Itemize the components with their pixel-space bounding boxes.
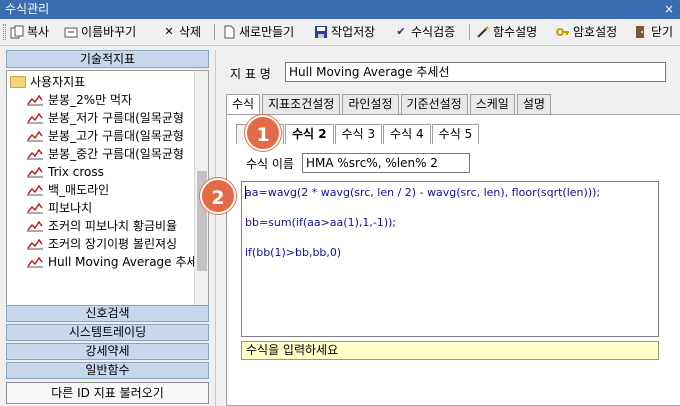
save-icon — [314, 25, 328, 39]
close-icon[interactable]: × — [664, 0, 674, 19]
line-chart-icon — [27, 256, 43, 268]
indicator-panel: 기술적지표 사용자지표 분봉_2%만 먹자분봉_저가 구름대(일목균형분봉_고가… — [6, 50, 209, 406]
tab-line-settings[interactable]: 라인설정 — [342, 94, 399, 114]
line-chart-icon — [27, 184, 43, 196]
technical-indicators-header[interactable]: 기술적지표 — [6, 50, 209, 68]
tree-item[interactable]: 분봉_중간 구름대(일목균형 — [27, 145, 184, 163]
subtab-formula-2[interactable]: 수식 2 — [285, 124, 334, 144]
tab-description[interactable]: 설명 — [516, 94, 551, 114]
rename-icon — [64, 25, 78, 39]
verify-button[interactable]: ✔ 수식검증 — [394, 23, 455, 41]
category-system-trading[interactable]: 시스템트레이딩 — [6, 324, 209, 341]
indicator-name-label: 지 표 명 — [230, 67, 271, 81]
formula-editor-panel: 지 표 명 Hull Moving Average 추세선 수식 지표조건설정 … — [215, 50, 680, 406]
tree-item[interactable]: 조커의 장기이평 볼린져싱 — [27, 235, 177, 253]
verify-label: 수식검증 — [411, 25, 456, 39]
tree-item-label: Trix cross — [48, 165, 104, 179]
tree-item-label: 조커의 피보나치 황금비율 — [48, 219, 178, 233]
subtab-formula-3[interactable]: 수식 3 — [334, 124, 383, 144]
load-other-id-button[interactable]: 다른 ID 지표 불러오기 — [6, 382, 209, 404]
magic-wand-icon — [476, 25, 490, 39]
tree-item-label: Hull Moving Average 추세 — [48, 255, 198, 269]
check-icon: ✔ — [396, 25, 406, 38]
tree-folder-label: 사용자지표 — [30, 75, 86, 89]
save-label: 작업저장 — [331, 25, 376, 39]
delete-icon: ✕ — [164, 25, 174, 38]
key-icon — [556, 25, 570, 39]
tab-scale[interactable]: 스케일 — [469, 94, 515, 114]
new-document-icon — [222, 25, 236, 39]
tab-indicator-conditions[interactable]: 지표조건설정 — [262, 94, 341, 114]
folder-icon — [10, 76, 26, 88]
toolbar-separator — [469, 24, 470, 40]
line-chart-icon — [27, 112, 43, 124]
tree-item[interactable]: Trix cross — [27, 163, 104, 181]
delete-button[interactable]: ✕ 삭제 — [162, 23, 201, 41]
indicator-tree: 사용자지표 분봉_2%만 먹자분봉_저가 구름대(일목균형분봉_고가 구름대(일… — [6, 70, 209, 321]
copy-label: 복사 — [27, 25, 50, 39]
copy-button[interactable]: 복사 — [10, 23, 49, 41]
toolbar-grip[interactable] — [3, 24, 6, 40]
tree-item[interactable]: 피보나치 — [27, 199, 92, 217]
tree-item-label: 조커의 장기이평 볼린져싱 — [48, 237, 178, 251]
new-button[interactable]: 새로만들기 — [222, 23, 294, 41]
subtab-formula-5[interactable]: 수식 5 — [431, 124, 480, 144]
close-label: 닫기 — [651, 25, 674, 39]
copy-icon — [10, 25, 24, 39]
tab-baseline-settings[interactable]: 기준선설정 — [400, 94, 468, 114]
category-signal-search[interactable]: 신호검색 — [6, 305, 209, 322]
code-line-2: bb=sum(if(aa>aa(1),1,-1)); — [245, 216, 397, 229]
exit-door-icon — [634, 25, 648, 39]
window-title: 수식관리 — [5, 2, 50, 16]
tree-item[interactable]: Hull Moving Average 추세 — [27, 253, 197, 271]
function-help-button[interactable]: 함수설명 — [476, 23, 537, 41]
main-tabs: 수식 지표조건설정 라인설정 기준선설정 스케일 설명 — [226, 94, 553, 114]
encrypt-label: 암호설정 — [573, 25, 618, 39]
delete-label: 삭제 — [179, 25, 202, 39]
close-button[interactable]: 닫기 — [634, 23, 673, 41]
tree-folder-user-indicators[interactable]: 사용자지표 — [10, 73, 85, 91]
tree-item-label: 피보나치 — [48, 201, 93, 215]
indicator-name-field[interactable]: Hull Moving Average 추세선 — [285, 62, 666, 82]
toolbar: 복사 이름바꾸기 ✕ 삭제 새로만들기 작업저장 ✔ 수식검증 함수설명 암호설… — [0, 19, 680, 46]
line-chart-icon — [27, 220, 43, 232]
annotation-badge-2: 2 — [200, 178, 236, 214]
line-chart-icon — [27, 166, 43, 178]
tree-item[interactable]: 분봉_2%만 먹자 — [27, 91, 132, 109]
code-line-3: if(bb(1)>bb,bb,0) — [245, 246, 342, 259]
tree-item-label: 분봉_2%만 먹자 — [48, 93, 133, 107]
tree-item[interactable]: 백_매도라인 — [27, 181, 109, 199]
tree-item[interactable]: 조커의 피보나치 황금비율 — [27, 217, 177, 235]
category-general-functions[interactable]: 일반함수 — [6, 362, 209, 379]
formula-name-label: 수식 이름 — [246, 157, 294, 171]
window-titlebar: 수식관리 × — [0, 0, 680, 19]
formula-hint-box: 수식을 입력하세요 — [241, 341, 659, 360]
subtab-formula-4[interactable]: 수식 4 — [383, 124, 431, 144]
tab-formula[interactable]: 수식 — [226, 94, 261, 114]
formula-name-field[interactable]: HMA %src%, %len% 2 — [302, 153, 470, 173]
line-chart-icon — [27, 238, 43, 250]
formula-code-editor[interactable]: aa=wavg(2 * wavg(src, len / 2) - wavg(sr… — [241, 181, 659, 337]
save-button[interactable]: 작업저장 — [314, 23, 375, 41]
rename-label: 이름바꾸기 — [81, 25, 137, 39]
tree-item[interactable]: 분봉_저가 구름대(일목균형 — [27, 109, 184, 127]
annotation-badge-1: 1 — [245, 115, 281, 151]
rename-button[interactable]: 이름바꾸기 — [64, 23, 136, 41]
tree-item[interactable]: 분봉_고가 구름대(일목균형 — [27, 127, 184, 145]
function-help-label: 함수설명 — [493, 25, 538, 39]
new-label: 새로만들기 — [239, 25, 295, 39]
code-line-1: aa=wavg(2 * wavg(src, len / 2) - wavg(sr… — [245, 186, 601, 199]
toolbar-separator — [214, 24, 215, 40]
category-strength-weakness[interactable]: 강세약세 — [6, 343, 209, 360]
tree-item-label: 분봉_저가 구름대(일목균형 — [48, 111, 184, 125]
line-chart-icon — [27, 94, 43, 106]
encrypt-button[interactable]: 암호설정 — [556, 23, 617, 41]
line-chart-icon — [27, 130, 43, 142]
tree-item-label: 분봉_중간 구름대(일목균형 — [48, 147, 184, 161]
line-chart-icon — [27, 148, 43, 160]
line-chart-icon — [27, 202, 43, 214]
tree-item-label: 분봉_고가 구름대(일목균형 — [48, 129, 184, 143]
tree-item-label: 백_매도라인 — [48, 183, 110, 197]
